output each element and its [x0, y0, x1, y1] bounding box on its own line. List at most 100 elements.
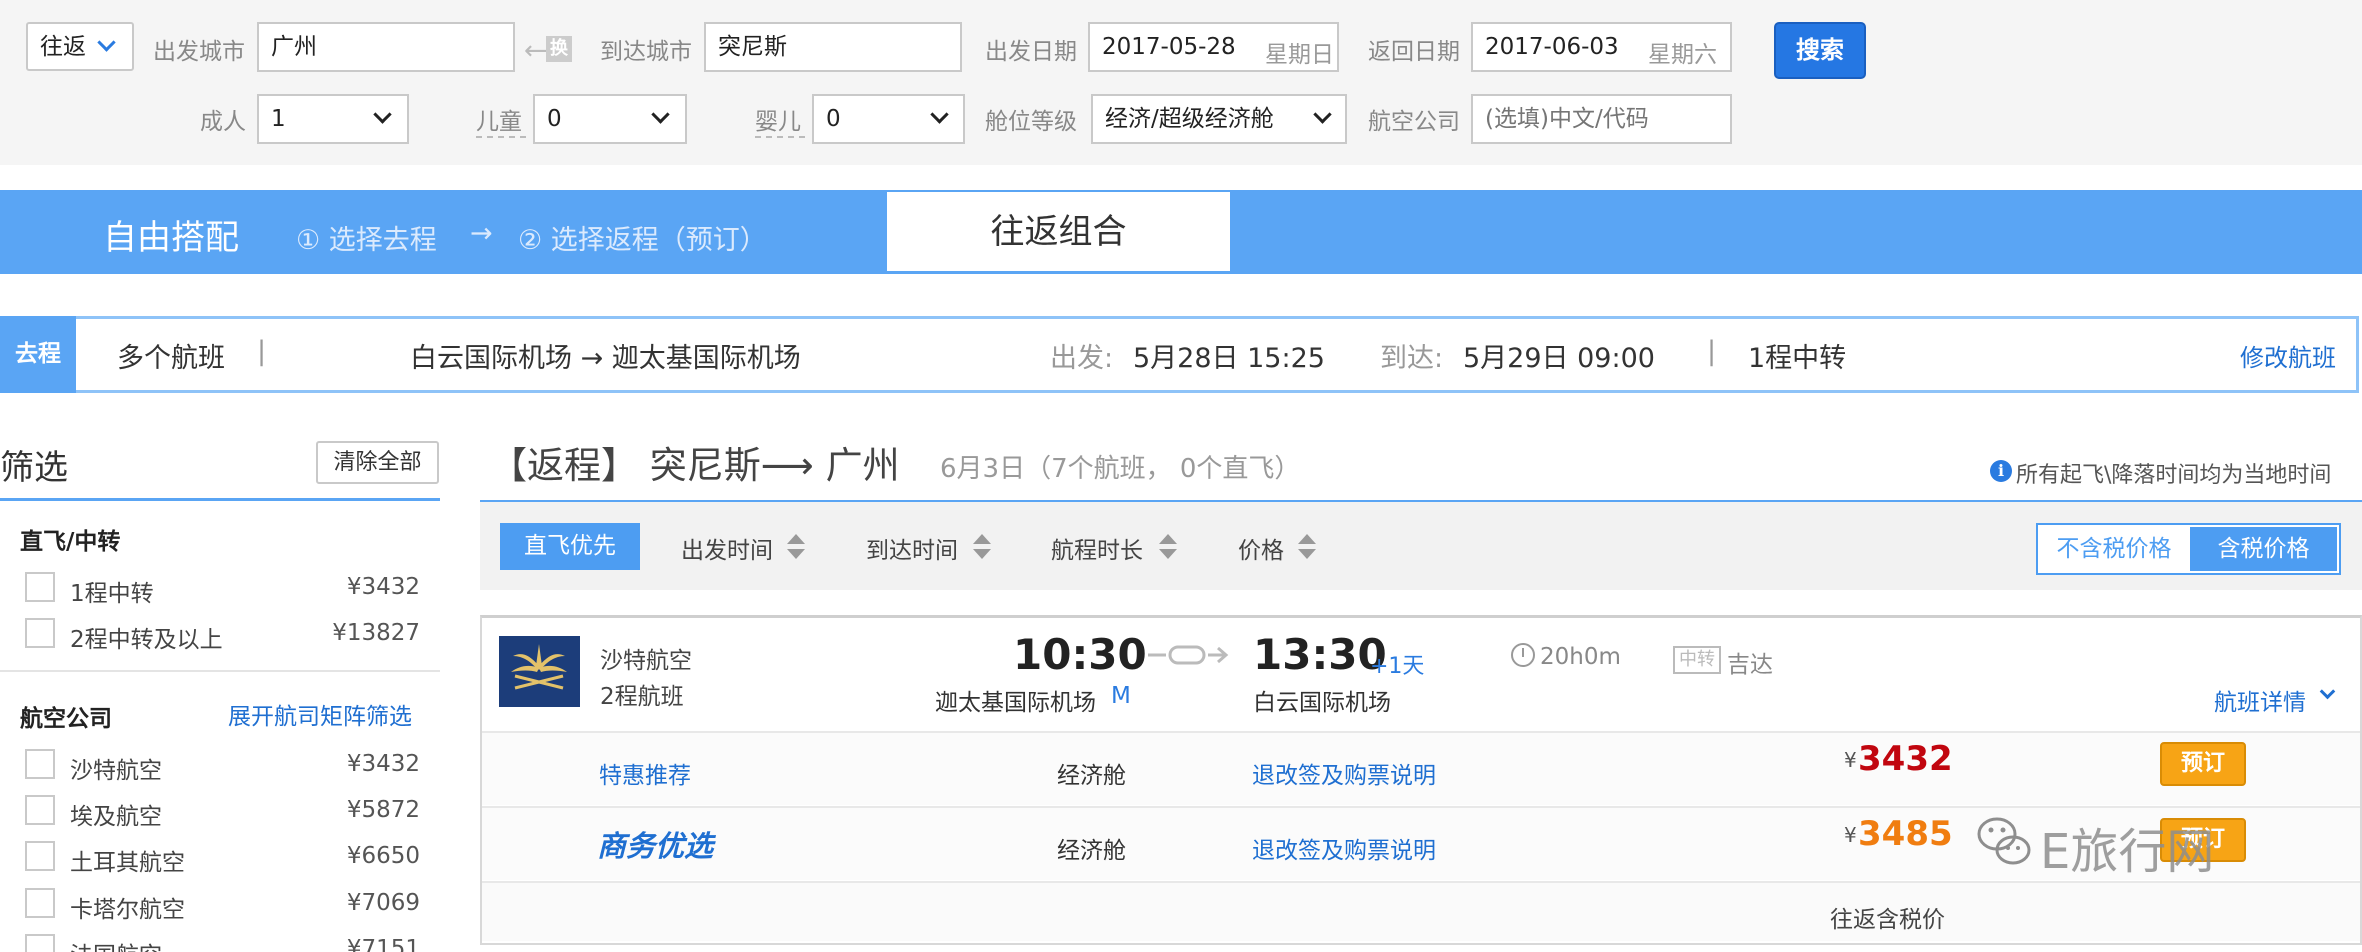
round-trip-tax-note: 往返含税价 [1830, 907, 1945, 933]
flight-duration: 20h0m [1540, 644, 1621, 670]
sort-direct-first[interactable]: 直飞优先 [500, 523, 640, 570]
airline-input[interactable] [1471, 94, 1732, 144]
airline-section-title: 航空公司 [20, 706, 112, 732]
cabin-select[interactable]: 经济/超级经济舱 [1091, 94, 1347, 144]
outbound-route: 白云国际机场 → 迦太基国际机场 [410, 343, 801, 374]
modify-flight-link[interactable]: 修改航班 [2240, 338, 2336, 373]
return-subtitle: 6月3日（7个航班， 0个直飞） [940, 454, 1301, 484]
outbound-tag: 去程 [0, 316, 76, 393]
wechat-icon [1975, 806, 2035, 876]
checkbox-airline-qatar[interactable] [25, 888, 55, 918]
arrive-city-input[interactable]: 突尼斯 [704, 22, 962, 72]
filter-title: 筛选 [0, 448, 68, 488]
step-select-outbound: ① 选择去程 [296, 225, 437, 256]
outbound-arrive-label: 到达: [1380, 343, 1444, 374]
business-preferred-logo: 商务优选 [597, 829, 714, 863]
checkbox-1-transfer[interactable] [25, 572, 55, 602]
filter-option-price: ¥5872 [346, 797, 420, 823]
checkbox-airline-egyptair[interactable] [25, 795, 55, 825]
outbound-transfer: 1程中转 [1748, 343, 1847, 374]
tab-underline [0, 271, 2362, 274]
book-button[interactable]: 预订 [2160, 742, 2246, 786]
sort-depart-time[interactable]: 出发时间 [681, 531, 773, 565]
depart-city-input[interactable]: 广州 [257, 22, 515, 72]
filter-option-label: 沙特航空 [70, 758, 162, 784]
fare-price: 3485 [1858, 814, 1953, 854]
return-weekday: 星期六 [1648, 42, 1717, 68]
tab-free-combination[interactable]: 自由搭配 [103, 210, 239, 259]
outbound-depart-time: 5月28日 15:25 [1133, 343, 1325, 374]
fare-cabin: 经济舱 [1057, 838, 1126, 864]
clock-icon [1511, 643, 1535, 667]
filter-option-price: ¥7151 [346, 936, 420, 952]
filter-section-divider [0, 670, 440, 672]
saudia-logo-icon [499, 636, 580, 707]
sort-asc-icon [973, 534, 991, 544]
depart-airport: 迦太基国际机场 [935, 690, 1096, 716]
fare-rules-link[interactable]: 退改签及购票说明 [1252, 831, 1436, 865]
segment-count: 2程航班 [600, 684, 684, 710]
expand-airline-matrix-link[interactable]: 展开航司矩阵筛选 [228, 697, 412, 731]
step-select-return: ② 选择返程（预订） [518, 225, 767, 256]
search-button[interactable]: 搜索 [1774, 22, 1866, 79]
fare-promo-label: 特惠推荐 [599, 763, 691, 789]
filter-option-price: ¥6650 [346, 843, 420, 869]
sort-asc-icon [787, 534, 805, 544]
filter-option-price: ¥13827 [332, 620, 420, 646]
fare-price: 3432 [1858, 739, 1953, 779]
transfer-city: 吉达 [1727, 652, 1773, 678]
sort-duration[interactable]: 航程时长 [1051, 531, 1143, 565]
depart-time: 10:30 [1013, 630, 1147, 679]
clear-all-button[interactable]: 清除全部 [316, 441, 439, 484]
child-label-underline [476, 136, 526, 138]
outbound-flights: 多个航班 [117, 343, 225, 374]
filter-option-label: 卡塔尔航空 [70, 897, 185, 923]
filter-option-price: ¥3432 [346, 751, 420, 777]
arrive-airport: 白云国际机场 [1253, 690, 1391, 716]
child-label: 儿童 [476, 109, 522, 135]
swap-cities-button[interactable]: ⟷ 换 [524, 30, 594, 70]
arrive-time: 13:30 [1253, 630, 1387, 679]
checkbox-2plus-transfer[interactable] [25, 618, 55, 648]
depart-airport-mark: M [1111, 683, 1131, 709]
tab-round-trip-combo[interactable]: 往返组合 [885, 190, 1232, 273]
sort-asc-icon [1298, 534, 1316, 544]
checkbox-airline-turkish[interactable] [25, 841, 55, 871]
filter-option-label: 2程中转及以上 [70, 627, 223, 653]
plus-day-badge: +1天 [1370, 654, 1425, 679]
fare-rules-link[interactable]: 退改签及购票说明 [1252, 756, 1436, 790]
filter-option-label: 法国航空 [70, 936, 162, 952]
flight-details-link[interactable]: 航班详情 [2214, 683, 2306, 717]
sort-asc-icon [1159, 534, 1177, 544]
watermark-text: E旅行网 [2040, 824, 2215, 880]
incl-tax-price-option[interactable]: 含税价格 [2190, 527, 2337, 571]
checkbox-airline-saudia[interactable] [25, 749, 55, 779]
sort-desc-icon [973, 549, 991, 559]
trip-type-select[interactable]: 往返 [26, 22, 134, 71]
excl-tax-price-option[interactable]: 不含税价格 [2040, 527, 2188, 571]
checkbox-airline-airfrance[interactable] [25, 934, 55, 952]
outbound-depart-label: 出发: [1050, 343, 1114, 374]
step-arrow: → [470, 218, 493, 249]
depart-date-label: 出发日期 [985, 39, 1077, 65]
sort-desc-icon [787, 549, 805, 559]
sort-desc-icon [1159, 549, 1177, 559]
airline-label: 航空公司 [1368, 109, 1460, 135]
sort-arrive-time[interactable]: 到达时间 [866, 531, 958, 565]
return-date-label: 返回日期 [1368, 39, 1460, 65]
route-link-icon [1148, 643, 1230, 667]
arrive-city-label: 到达城市 [600, 39, 692, 65]
cabin-label: 舱位等级 [985, 109, 1077, 135]
depart-weekday: 星期日 [1265, 42, 1334, 68]
direct-transfer-section-title: 直飞/中转 [20, 529, 121, 555]
currency-symbol: ¥ [1844, 823, 1857, 847]
info-icon: i [1990, 460, 2012, 482]
fare-cabin: 经济舱 [1057, 763, 1126, 789]
filter-option-price: ¥7069 [346, 890, 420, 916]
filter-option-price: ¥3432 [346, 574, 420, 600]
infant-label: 婴儿 [755, 109, 801, 135]
filter-option-label: 1程中转 [70, 581, 154, 607]
outbound-divider: | [257, 336, 267, 367]
sort-price[interactable]: 价格 [1238, 531, 1284, 565]
adult-label: 成人 [200, 109, 246, 135]
